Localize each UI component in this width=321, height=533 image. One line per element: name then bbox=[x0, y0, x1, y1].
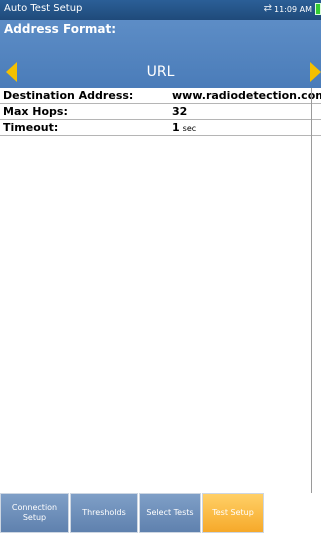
max-hops-row[interactable]: Max Hops: 32 bbox=[0, 104, 321, 120]
tab-bar: Connection Setup Thresholds Select Tests… bbox=[0, 493, 321, 533]
clock-time: 11:09 AM bbox=[274, 4, 312, 14]
timeout-label: Timeout: bbox=[3, 121, 59, 134]
destination-address-value[interactable]: www.radiodetection.com bbox=[172, 88, 321, 103]
arrow-left-icon[interactable] bbox=[6, 62, 17, 82]
battery-icon bbox=[315, 3, 321, 15]
destination-address-row[interactable]: Destination Address: www.radiodetection.… bbox=[0, 88, 321, 104]
timeout-unit: sec bbox=[182, 124, 197, 133]
address-format-value[interactable]: URL bbox=[30, 63, 291, 81]
tab-connection-setup[interactable]: Connection Setup bbox=[0, 493, 69, 533]
destination-address-label: Destination Address: bbox=[3, 89, 134, 102]
content-frame bbox=[0, 88, 312, 512]
timeout-row[interactable]: Timeout: 1 sec bbox=[0, 120, 321, 136]
screen-title: Auto Test Setup bbox=[4, 3, 83, 14]
status-bar: Auto Test Setup ⇄ 11:09 AM bbox=[0, 0, 321, 20]
address-format-label: Address Format: bbox=[4, 22, 116, 36]
address-format-header: Address Format: URL bbox=[0, 20, 321, 88]
timeout-value[interactable]: 1 bbox=[172, 121, 180, 134]
tab-thresholds[interactable]: Thresholds bbox=[70, 493, 138, 533]
max-hops-label: Max Hops: bbox=[3, 105, 68, 118]
timeout-value-group[interactable]: 1 sec bbox=[172, 120, 196, 136]
tab-select-tests[interactable]: Select Tests bbox=[139, 493, 201, 533]
status-indicators: ⇄ 11:09 AM bbox=[264, 3, 321, 15]
network-link-icon: ⇄ bbox=[263, 3, 273, 14]
tab-test-setup[interactable]: Test Setup bbox=[202, 493, 264, 533]
arrow-right-icon[interactable] bbox=[310, 62, 321, 82]
max-hops-value[interactable]: 32 bbox=[172, 104, 187, 119]
parameter-list: Destination Address: www.radiodetection.… bbox=[0, 88, 321, 136]
